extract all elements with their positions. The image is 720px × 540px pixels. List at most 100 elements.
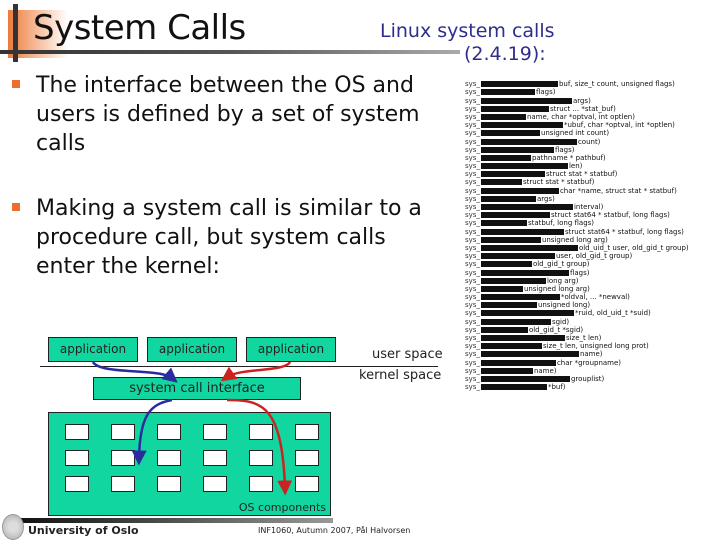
syscall-args: old_gid_t group) (532, 260, 590, 269)
syscall-row: sys_ unsigned long arg) (465, 285, 715, 293)
syscall-row: sys_ char *name, struct stat * statbuf) (465, 187, 715, 195)
syscall-args: grouplist) (570, 374, 605, 383)
syscall-prefix: sys_ (465, 88, 480, 97)
syscall-prefix: sys_ (465, 112, 480, 121)
syscall-row: sys_ buf, size_t count, unsigned flags) (465, 80, 715, 88)
syscall-prefix: sys_ (465, 162, 480, 171)
syscall-name-overlap (480, 228, 564, 235)
syscall-name-overlap (480, 351, 579, 358)
syscall-prefix: sys_ (465, 80, 480, 89)
bullet-square-icon (12, 203, 20, 211)
syscall-name-overlap (480, 310, 574, 317)
user-kernel-divider (40, 366, 438, 367)
slide-subtitle: Linux system calls (2.4.19): (380, 20, 555, 66)
syscall-name-overlap (480, 343, 542, 350)
os-component (295, 450, 319, 466)
syscall-row: sys_ old_gid_t group) (465, 260, 715, 268)
syscall-prefix: sys_ (465, 334, 480, 342)
syscall-name-overlap (480, 220, 527, 227)
syscall-args: flags) (535, 88, 556, 97)
syscall-prefix: sys_ (465, 350, 480, 359)
syscall-prefix: sys_ (465, 252, 480, 261)
syscall-args: name) (533, 366, 557, 375)
syscall-name-overlap (480, 367, 533, 374)
syscall-args: struct stat * statbuf) (545, 170, 618, 179)
syscall-args: *ubuf, char *optval, int *optlen) (563, 121, 675, 130)
syscall-row: sys_ struct stat * statbuf) (465, 178, 715, 186)
syscall-row: sys_ len) (465, 162, 715, 170)
syscall-row: sys_ name) (465, 367, 715, 375)
syscall-row: sys_ struct ... *stat_buf) (465, 105, 715, 113)
os-component (111, 424, 135, 440)
syscall-row: sys_ *ruid, old_uid_t *suid) (465, 309, 715, 317)
syscall-args: old_uid_t user, old_gid_t group) (578, 243, 689, 252)
syscall-prefix: sys_ (465, 145, 480, 154)
syscall-prefix: sys_ (465, 129, 480, 138)
syscall-row: sys_ size_t len, unsigned long prot) (465, 342, 715, 350)
syscall-row (465, 72, 715, 80)
syscall-prefix: sys_ (465, 374, 480, 383)
syscall-row: sys_ old_uid_t user, old_gid_t group) (465, 244, 715, 252)
syscall-name-overlap (480, 212, 550, 219)
os-component (111, 476, 135, 492)
kernel-space-label: kernel space (359, 368, 442, 383)
syscall-name-overlap (480, 384, 547, 391)
syscall-prefix: sys_ (465, 227, 480, 236)
syscall-prefix: sys_ (465, 178, 480, 187)
system-call-interface-box: system call interface (93, 377, 301, 400)
syscall-prefix: sys_ (465, 153, 480, 162)
syscall-name-overlap (480, 375, 570, 382)
footer-course-info: INF1060, Autumn 2007, Pål Halvorsen (258, 526, 411, 535)
syscall-prefix: sys_ (465, 358, 480, 367)
syscall-name-overlap (480, 253, 555, 260)
syscall-name-overlap (480, 97, 572, 104)
syscall-prefix: sys_ (465, 293, 480, 302)
syscall-args: buf, size_t count, unsigned flags) (558, 80, 675, 89)
footer-rule (18, 518, 333, 523)
os-component (249, 424, 273, 440)
syscall-prefix: sys_ (465, 203, 480, 211)
os-component (249, 450, 273, 466)
os-component (157, 424, 181, 440)
syscall-name-overlap (480, 269, 569, 276)
syscall-name-overlap (480, 359, 556, 366)
bullet-item: Making a system call is similar to a pro… (12, 194, 422, 281)
bullet-text: The interface between the OS and users i… (36, 73, 420, 156)
syscall-args: name, char *optval, int optlen) (526, 112, 635, 121)
syscall-name-overlap (480, 105, 549, 112)
syscall-prefix: sys_ (465, 121, 480, 130)
syscall-prefix: sys_ (465, 301, 480, 310)
os-component (65, 424, 89, 440)
syscall-args: *oldval, ... *newval) (560, 293, 630, 302)
syscall-prefix: sys_ (465, 268, 480, 277)
syscall-row: sys_ count) (465, 138, 715, 146)
syscall-row: sys_ flags) (465, 88, 715, 96)
syscall-name-overlap (480, 171, 545, 178)
syscall-name-overlap (480, 261, 532, 268)
bullet-square-icon (12, 80, 20, 88)
syscall-prefix: sys_ (465, 194, 480, 203)
syscall-args: struct stat64 * statbuf, long flags) (564, 227, 684, 236)
syscall-prefix: sys_ (465, 284, 480, 293)
syscall-prefix: sys_ (465, 104, 480, 113)
syscall-prefix: sys_ (465, 276, 480, 285)
syscall-name-overlap (480, 138, 577, 145)
syscall-name-overlap (480, 236, 541, 243)
syscall-prefix: sys_ (465, 211, 480, 220)
syscall-args: *ruid, old_uid_t *suid) (574, 309, 651, 318)
syscall-args: interval) (573, 203, 604, 211)
syscall-prefix: sys_ (465, 325, 480, 334)
syscall-args: *buf) (547, 383, 566, 392)
syscall-args: sgid) (551, 317, 570, 326)
syscall-name-overlap (480, 326, 528, 333)
syscall-prefix: sys_ (465, 260, 480, 269)
syscall-row: sys_ pathname * pathbuf) (465, 154, 715, 162)
syscall-row: sys_ name) (465, 350, 715, 358)
syscall-prefix: sys_ (465, 366, 480, 375)
subtitle-line-1: Linux system calls (380, 20, 555, 42)
syscall-args: statbuf, long flags) (527, 219, 595, 228)
syscall-args: char *groupname) (556, 358, 622, 367)
syscall-name-overlap (480, 204, 573, 210)
syscall-row: sys_ struct stat64 * statbuf, long flags) (465, 228, 715, 236)
footer-university: University of Oslo (28, 524, 139, 537)
